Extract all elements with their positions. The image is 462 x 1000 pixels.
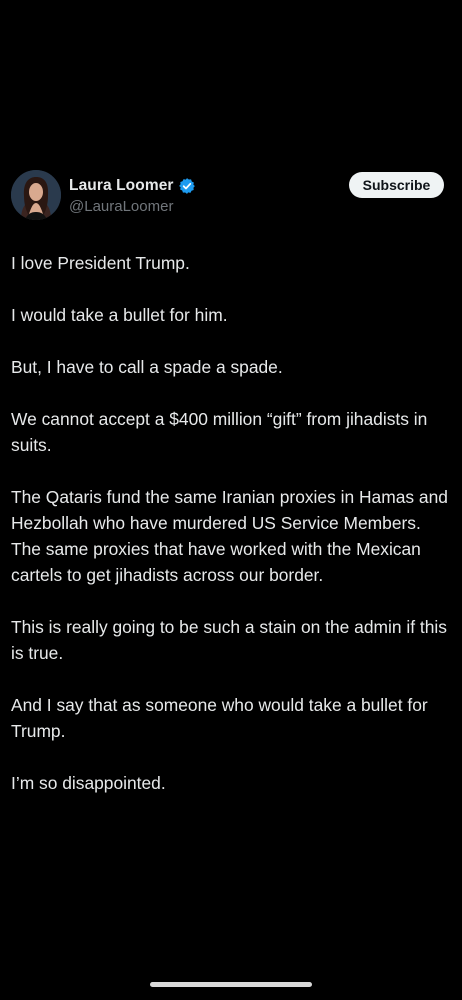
post-paragraph: The Qataris fund the same Iranian proxie… — [11, 487, 448, 585]
handle[interactable]: @LauraLoomer — [69, 198, 196, 215]
subscribe-button[interactable]: Subscribe — [349, 172, 444, 198]
post-header: Laura Loomer @LauraLoomer Subscribe — [0, 168, 462, 224]
home-indicator[interactable] — [150, 982, 312, 987]
display-name[interactable]: Laura Loomer — [69, 177, 174, 195]
post-paragraph: And I say that as someone who would take… — [11, 695, 428, 741]
post-paragraph: This is really going to be such a stain … — [11, 617, 447, 663]
verified-badge-icon — [178, 177, 196, 195]
post-body: I love President Trump. I would take a b… — [11, 250, 455, 822]
post: Laura Loomer @LauraLoomer Subscribe I lo… — [0, 168, 462, 793]
post-paragraph: I would take a bullet for him. — [11, 305, 228, 325]
post-paragraph: I love President Trump. — [11, 253, 190, 273]
avatar[interactable] — [11, 170, 61, 220]
post-paragraph: I’m so disappointed. — [11, 773, 166, 793]
author-names: Laura Loomer @LauraLoomer — [69, 176, 196, 215]
display-name-row: Laura Loomer — [69, 176, 196, 196]
post-paragraph: We cannot accept a $400 million “gift” f… — [11, 409, 428, 455]
post-paragraph: But, I have to call a spade a spade. — [11, 357, 283, 377]
